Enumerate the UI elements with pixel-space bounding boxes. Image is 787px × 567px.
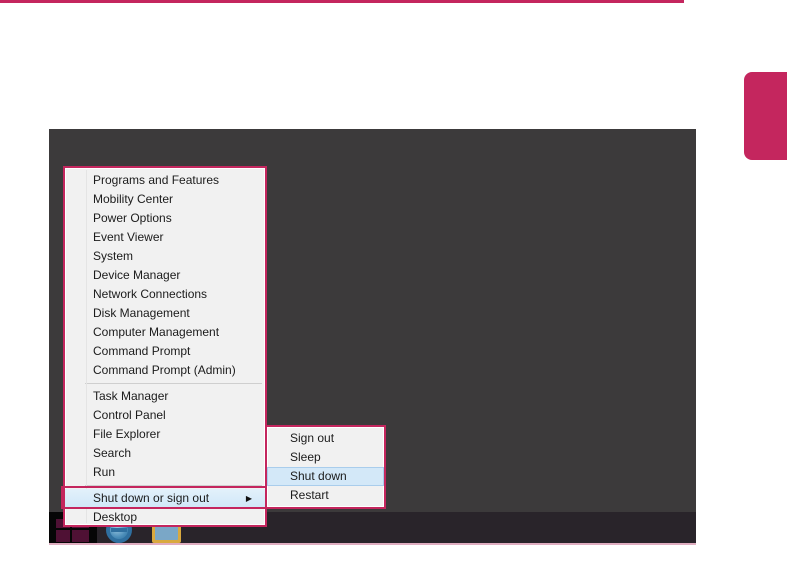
menu-item-power-options[interactable]: Power Options: [65, 209, 265, 228]
menu-item-computer-management[interactable]: Computer Management: [65, 323, 265, 342]
menu-item-shut-down-or-sign-out[interactable]: Shut down or sign out ▶: [65, 489, 265, 508]
menu-item-control-panel[interactable]: Control Panel: [65, 406, 265, 425]
menu-item-label: Run: [93, 465, 116, 479]
menu-item-file-explorer[interactable]: File Explorer: [65, 425, 265, 444]
menu-item-label: Command Prompt (Admin): [93, 363, 236, 377]
menu-item-label: Mobility Center: [93, 192, 174, 206]
menu-item-label: Power Options: [93, 211, 172, 225]
menu-item-label: Control Panel: [93, 408, 166, 422]
menu-item-system[interactable]: System: [65, 247, 265, 266]
shutdown-submenu: Sign out Sleep Shut down Restart: [265, 425, 386, 509]
menu-item-event-viewer[interactable]: Event Viewer: [65, 228, 265, 247]
menu-item-sleep[interactable]: Sleep: [267, 448, 384, 467]
menu-item-label: Sign out: [290, 431, 335, 445]
menu-item-desktop[interactable]: Desktop: [65, 508, 265, 527]
winx-menu: Programs and Features Mobility Center Powe…: [63, 166, 267, 527]
menu-item-sign-out[interactable]: Sign out: [267, 429, 384, 448]
menu-item-label: Programs and Features: [93, 173, 220, 187]
menu-item-label: Device Manager: [93, 268, 181, 282]
screenshot-bottom-edge: [49, 543, 696, 545]
menu-item-mobility-center[interactable]: Mobility Center: [65, 190, 265, 209]
menu-item-label: System: [93, 249, 134, 263]
menu-item-command-prompt[interactable]: Command Prompt: [65, 342, 265, 361]
menu-item-command-prompt-admin[interactable]: Command Prompt (Admin): [65, 361, 265, 380]
winx-menu-items: Programs and Features Mobility Center Powe…: [65, 171, 265, 527]
menu-item-task-manager[interactable]: Task Manager: [65, 387, 265, 406]
menu-item-label: Restart: [290, 488, 329, 502]
menu-item-label: Desktop: [93, 510, 138, 524]
menu-item-label: Task Manager: [93, 389, 169, 403]
menu-item-disk-management[interactable]: Disk Management: [65, 304, 265, 323]
menu-item-label: Command Prompt: [93, 344, 191, 358]
menu-item-run[interactable]: Run: [65, 463, 265, 482]
menu-item-device-manager[interactable]: Device Manager: [65, 266, 265, 285]
menu-item-label: Sleep: [290, 450, 321, 464]
menu-item-search[interactable]: Search: [65, 444, 265, 463]
menu-separator: [85, 383, 262, 384]
menu-item-label: Search: [93, 446, 132, 460]
menu-item-restart[interactable]: Restart: [267, 486, 384, 505]
page-top-accent-line: [0, 0, 684, 3]
page-edge-tab: [744, 72, 787, 160]
menu-item-label: Shut down: [290, 469, 347, 483]
menu-item-label: Network Connections: [93, 287, 208, 301]
menu-item-label: Event Viewer: [93, 230, 164, 244]
shutdown-submenu-items: Sign out Sleep Shut down Restart: [267, 429, 384, 505]
menu-separator: [85, 485, 262, 486]
menu-item-label: File Explorer: [93, 427, 161, 441]
submenu-arrow-icon: ▶: [245, 494, 252, 503]
menu-item-label: Computer Management: [93, 325, 220, 339]
menu-item-network-connections[interactable]: Network Connections: [65, 285, 265, 304]
menu-item-label: Disk Management: [93, 306, 190, 320]
menu-item-shut-down[interactable]: Shut down: [267, 467, 384, 486]
menu-item-label: Shut down or sign out: [93, 491, 210, 505]
menu-item-programs-and-features[interactable]: Programs and Features: [65, 171, 265, 190]
